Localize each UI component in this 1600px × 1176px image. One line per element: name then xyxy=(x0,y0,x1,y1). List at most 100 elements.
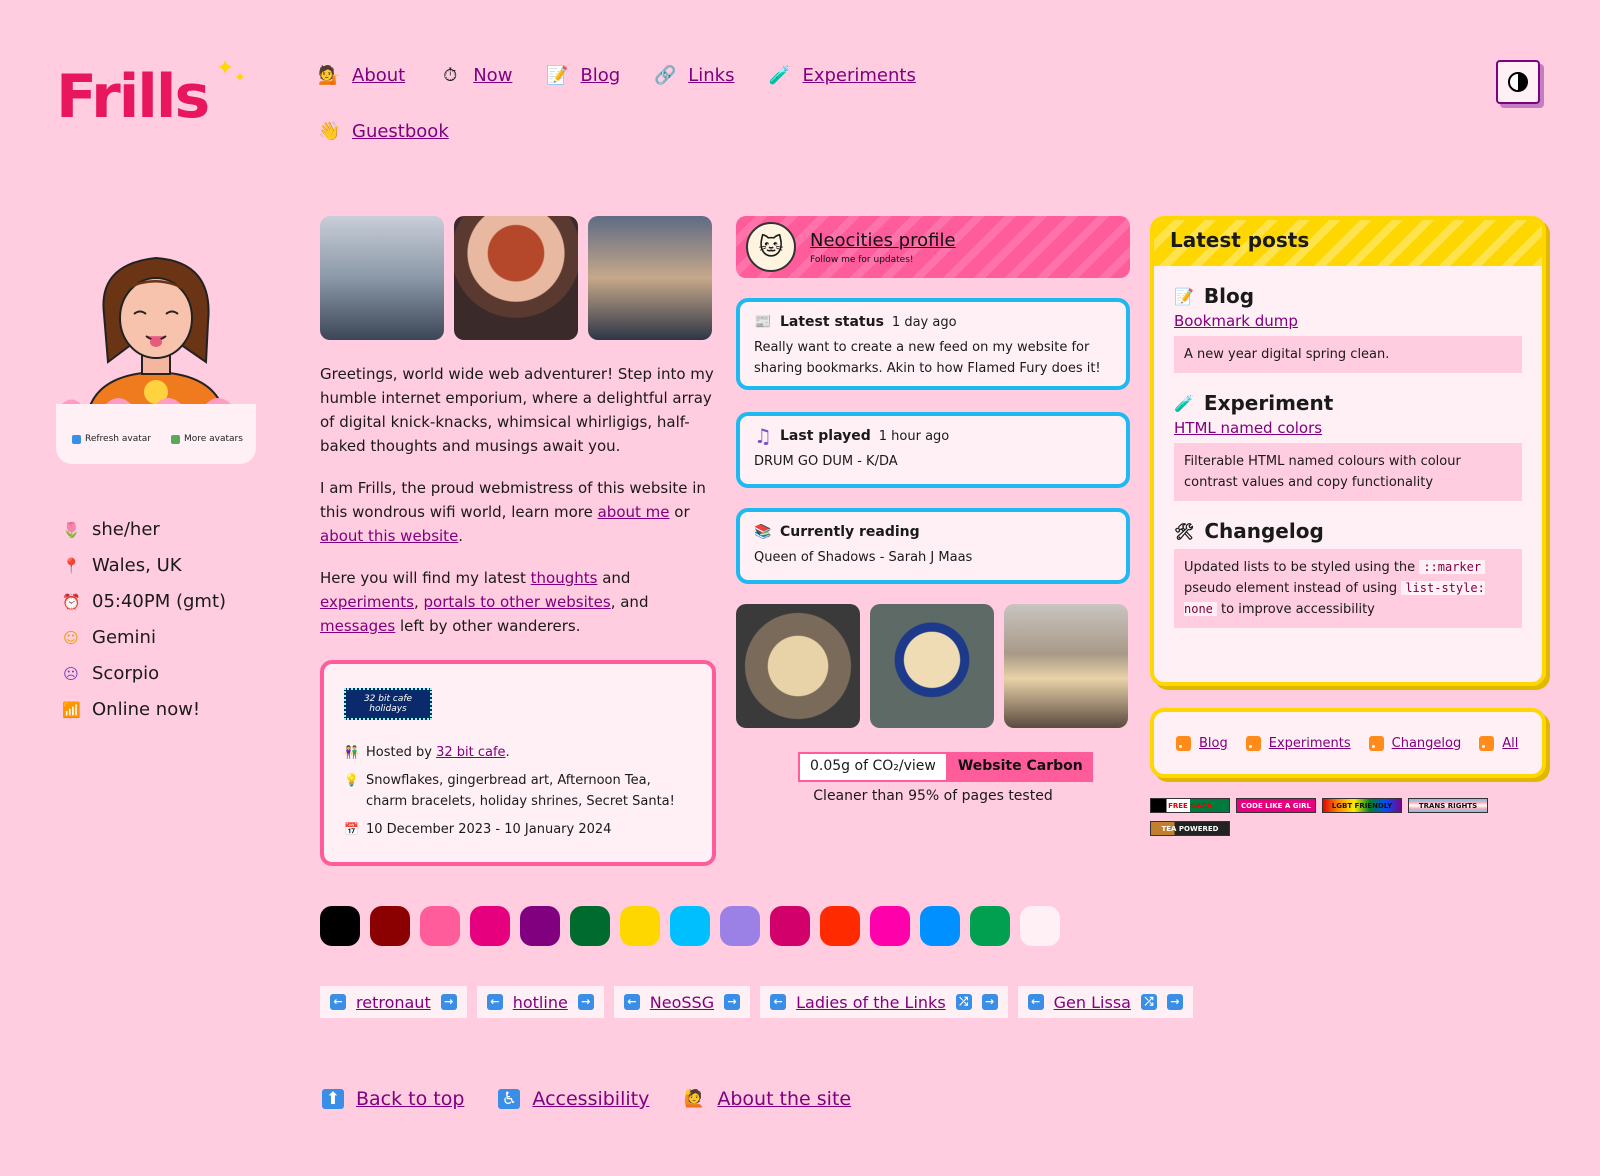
color-swatch[interactable] xyxy=(720,906,760,946)
newspaper-icon: 📰 xyxy=(754,314,772,330)
post-experiment-heading: 🧪 Experiment xyxy=(1174,391,1522,415)
nav-item-about[interactable]: 💁 About xyxy=(318,62,405,88)
feed-all[interactable]: All xyxy=(1479,735,1518,751)
footer-accessibility[interactable]: ♿ Accessibility xyxy=(498,1088,649,1110)
event-badge[interactable]: 32 bit cafe holidays xyxy=(344,688,432,720)
arrow-left-icon[interactable]: ← xyxy=(1027,994,1044,1010)
webring-link[interactable]: Ladies of the Links xyxy=(796,993,946,1012)
nav-item-links[interactable]: 🔗 Links xyxy=(654,62,734,88)
post-blog-link[interactable]: Bookmark dump xyxy=(1174,312,1522,330)
site-logo[interactable]: Frills ✦ ✦ xyxy=(56,56,246,132)
feed-changelog[interactable]: Changelog xyxy=(1368,735,1462,751)
shuffle-icon[interactable]: ⤮ xyxy=(1140,994,1157,1010)
played-time: 1 hour ago xyxy=(878,429,950,444)
accessibility-link[interactable]: Accessibility xyxy=(532,1088,649,1110)
post-blog-title: Blog xyxy=(1203,284,1255,308)
color-swatch[interactable] xyxy=(470,906,510,946)
webring-link[interactable]: retronaut xyxy=(356,993,431,1012)
fact-text: Scorpio xyxy=(92,663,160,684)
footer-back-to-top[interactable]: ⬆ Back to top xyxy=(322,1088,464,1110)
portals-link[interactable]: portals to other websites xyxy=(424,593,611,611)
tea-powered-badge[interactable]: TEA POWERED xyxy=(1150,821,1230,836)
more-avatars-label: More avatars xyxy=(183,434,243,444)
color-swatch[interactable] xyxy=(770,906,810,946)
feed-link[interactable]: Changelog xyxy=(1392,736,1462,751)
nav-item-now[interactable]: ⏱ Now xyxy=(439,62,512,88)
nav-link-links[interactable]: Links xyxy=(688,65,734,86)
arrow-right-icon[interactable]: → xyxy=(577,994,594,1010)
arrow-right-icon[interactable]: → xyxy=(981,994,998,1010)
neocities-banner[interactable]: 🐱 Neocities profile Follow me for update… xyxy=(736,216,1130,278)
shuffle-icon[interactable]: ⤮ xyxy=(955,994,972,1010)
color-swatch[interactable] xyxy=(420,906,460,946)
webring-hotline: ← hotline → xyxy=(476,986,604,1018)
refresh-avatar-button[interactable]: Refresh avatar xyxy=(72,434,151,444)
more-avatars-button[interactable]: More avatars xyxy=(170,434,243,444)
lgbt-friendly-badge[interactable]: LGBT FRIENDLY xyxy=(1322,798,1402,813)
nav-item-blog[interactable]: 📝 Blog xyxy=(546,62,620,88)
host-link[interactable]: 32 bit cafe xyxy=(436,745,505,760)
experiments-link[interactable]: experiments xyxy=(320,593,414,611)
photo-beach-dog[interactable] xyxy=(320,216,444,340)
nav-item-experiments[interactable]: 🧪 Experiments xyxy=(768,62,915,88)
back-to-top-link[interactable]: Back to top xyxy=(356,1088,464,1110)
nav-link-about[interactable]: About xyxy=(352,65,405,86)
feed-link[interactable]: All xyxy=(1502,736,1518,751)
theme-toggle-button[interactable] xyxy=(1496,60,1540,104)
arrow-left-icon[interactable]: ← xyxy=(770,994,787,1010)
color-swatch[interactable] xyxy=(920,906,960,946)
photo-selfie[interactable] xyxy=(454,216,578,340)
nav-link-experiments[interactable]: Experiments xyxy=(802,65,915,86)
free-gaza-badge[interactable]: FREE GAZA xyxy=(1150,798,1230,813)
text: Updated lists to be styled using the xyxy=(1184,560,1420,575)
nav-item-guestbook[interactable]: 👋 Guestbook xyxy=(318,118,449,144)
photo-sunset[interactable] xyxy=(588,216,712,340)
color-swatch[interactable] xyxy=(570,906,610,946)
about-site-link[interactable]: About the site xyxy=(717,1088,851,1110)
arrow-right-icon[interactable]: → xyxy=(1166,994,1183,1010)
photo-dog-harness[interactable] xyxy=(870,604,994,728)
color-swatch[interactable] xyxy=(970,906,1010,946)
about-me-link[interactable]: about me xyxy=(598,503,670,521)
webring-link[interactable]: Gen Lissa xyxy=(1054,993,1131,1012)
code-like-a-girl-badge[interactable]: CODE LIKE A GIRL xyxy=(1236,798,1316,813)
color-swatch[interactable] xyxy=(620,906,660,946)
color-swatch[interactable] xyxy=(670,906,710,946)
about-website-link[interactable]: about this website xyxy=(320,527,458,545)
arrow-right-icon[interactable]: → xyxy=(440,994,457,1010)
neocities-profile-link[interactable]: Neocities profile xyxy=(810,230,956,251)
color-swatch[interactable] xyxy=(870,906,910,946)
color-swatch[interactable] xyxy=(820,906,860,946)
color-swatch[interactable] xyxy=(370,906,410,946)
color-swatch[interactable] xyxy=(320,906,360,946)
nav-link-guestbook[interactable]: Guestbook xyxy=(352,121,449,142)
webring-link[interactable]: NeoSSG xyxy=(650,993,714,1012)
feed-link[interactable]: Blog xyxy=(1199,736,1228,751)
feed-link[interactable]: Experiments xyxy=(1269,736,1351,751)
signal-icon: 📶 xyxy=(62,701,81,719)
webring-link[interactable]: hotline xyxy=(513,993,568,1012)
trans-rights-badge[interactable]: TRANS RIGHTS xyxy=(1408,798,1488,813)
arrow-left-icon[interactable]: ← xyxy=(330,994,346,1010)
rss-icon xyxy=(1176,735,1191,751)
post-experiment-link[interactable]: HTML named colors xyxy=(1174,419,1522,437)
text: or xyxy=(669,503,690,521)
feed-blog[interactable]: Blog xyxy=(1176,735,1228,751)
arrow-right-icon[interactable]: → xyxy=(724,994,741,1010)
memo-icon: 📝 xyxy=(546,64,569,86)
photo-dog-field[interactable] xyxy=(1004,604,1128,728)
website-carbon-badge[interactable]: 0.05g of CO₂/view Website Carbon xyxy=(798,752,1093,782)
footer-about-site[interactable]: 🙋 About the site xyxy=(683,1088,851,1110)
color-swatch[interactable] xyxy=(1020,906,1060,946)
feed-experiments[interactable]: Experiments xyxy=(1245,735,1351,751)
arrow-left-icon[interactable]: ← xyxy=(623,994,640,1010)
thoughts-link[interactable]: thoughts xyxy=(531,569,598,587)
fact-text: Wales, UK xyxy=(92,555,182,576)
logo-text: Frills xyxy=(56,62,210,132)
messages-link[interactable]: messages xyxy=(320,617,395,635)
nav-link-now[interactable]: Now xyxy=(473,65,512,86)
photo-puppy[interactable] xyxy=(736,604,860,728)
arrow-left-icon[interactable]: ← xyxy=(486,994,503,1010)
color-swatch[interactable] xyxy=(520,906,560,946)
nav-link-blog[interactable]: Blog xyxy=(580,65,620,86)
